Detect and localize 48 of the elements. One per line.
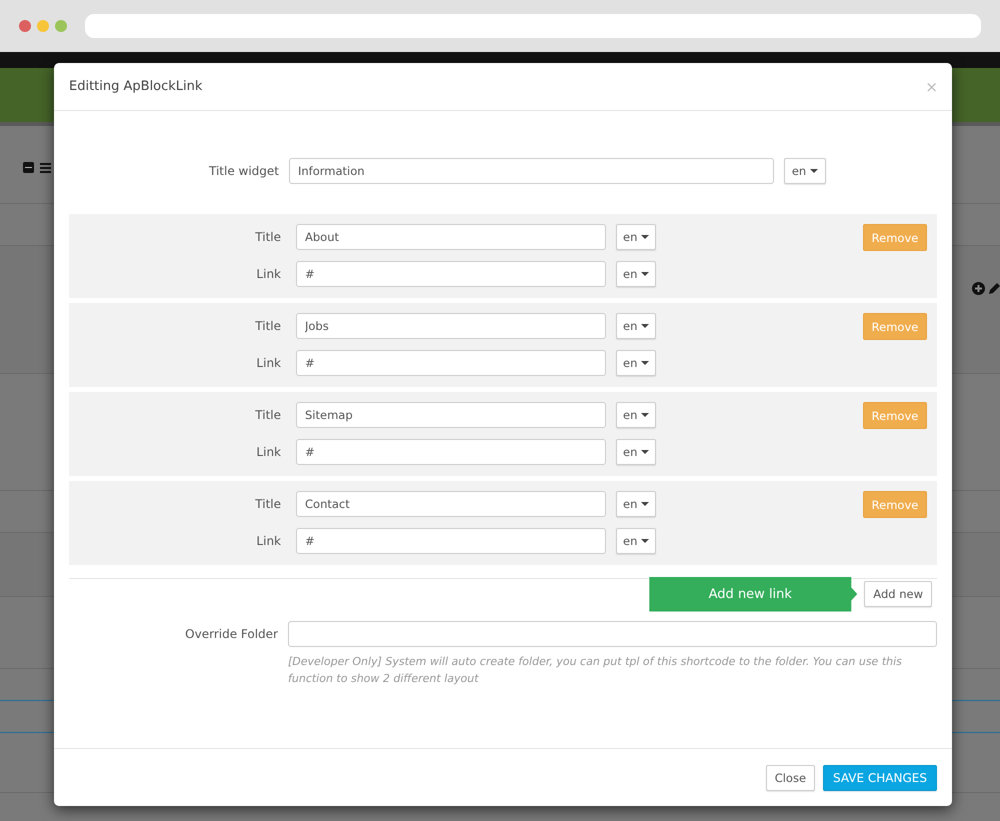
text-input-field[interactable]: Information <box>289 158 774 184</box>
caret-icon <box>641 361 650 365</box>
tooltip: Add new link <box>649 576 858 612</box>
caret-icon <box>641 502 650 506</box>
text-input-field[interactable]: Sitemap <box>296 402 606 428</box>
field-label: Link <box>255 534 281 548</box>
caret-icon <box>810 169 818 173</box>
text-input-field[interactable]: # <box>296 261 606 287</box>
caret-icon <box>641 324 650 328</box>
text-input-field[interactable]: # <box>296 439 606 465</box>
field-label: Link <box>255 267 281 281</box>
add-new-button[interactable]: Add new <box>864 581 932 607</box>
field-label: Link <box>255 356 281 370</box>
field-label: Title widget <box>208 164 279 178</box>
help-text: [Developer Only] System will auto create folder, you can put tpl of this shortcode to the folder. You can use this function to show 2 different layout <box>288 654 903 687</box>
language-dropdown[interactable]: en <box>616 313 656 339</box>
field-label: Override Folder <box>184 626 278 643</box>
text-input-field[interactable]: Contact <box>296 491 606 517</box>
language-dropdown[interactable]: en <box>616 491 656 517</box>
field-label: Link <box>255 445 281 459</box>
caret-icon <box>641 235 650 239</box>
caret-icon <box>641 272 650 276</box>
caret-icon <box>641 450 650 454</box>
maximize-window-icon[interactable] <box>55 20 67 32</box>
minus-square-icon[interactable] <box>23 162 34 173</box>
language-dropdown[interactable]: en <box>616 350 656 376</box>
pencil-icon[interactable] <box>988 282 1000 295</box>
dialog-title: Editting ApBlockLink <box>69 79 202 94</box>
close-window-icon[interactable] <box>19 20 31 32</box>
field-label: Title <box>254 497 281 511</box>
language-dropdown[interactable]: en <box>616 528 656 554</box>
caret-icon <box>641 539 650 543</box>
text-input-field[interactable]: About <box>296 224 606 250</box>
text-input-field[interactable]: # <box>296 528 606 554</box>
language-dropdown[interactable]: en <box>616 439 656 465</box>
field-label: Title <box>254 408 281 422</box>
language-dropdown[interactable]: en <box>616 224 656 250</box>
field-label: Title <box>254 319 281 333</box>
field-label: Title <box>254 230 281 244</box>
language-dropdown[interactable]: en <box>616 402 656 428</box>
language-dropdown[interactable]: en <box>784 158 826 184</box>
list-icon[interactable] <box>40 162 51 173</box>
caret-icon <box>641 413 650 417</box>
close-button[interactable]: Close <box>766 764 816 790</box>
text-input-field[interactable]: # <box>296 350 606 376</box>
text-input-field[interactable] <box>288 621 937 647</box>
language-dropdown[interactable]: en <box>616 261 656 287</box>
plus-circle-icon[interactable] <box>972 282 985 295</box>
